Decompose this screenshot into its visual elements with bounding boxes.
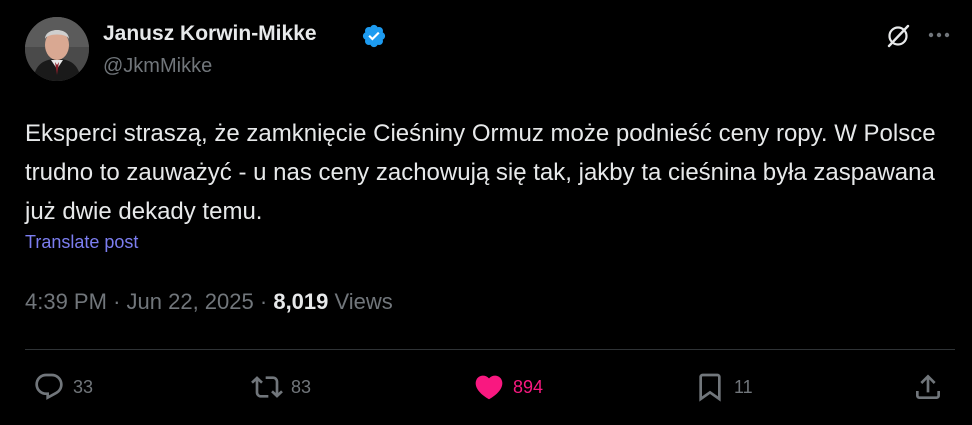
reply-count: 33 [73, 376, 94, 397]
reply-icon [35, 373, 63, 400]
verified-badge-icon [362, 24, 386, 48]
meta-separator: · [113, 289, 121, 314]
repost-count: 83 [291, 376, 312, 397]
repost-button[interactable]: 83 [251, 370, 311, 404]
reply-button[interactable]: 33 [33, 370, 93, 404]
meta-separator: · [259, 289, 268, 314]
avatar[interactable] [25, 17, 89, 81]
views-count: 8,019 [273, 289, 329, 314]
post-date[interactable]: Jun 22, 2025 [127, 289, 254, 314]
bookmark-button[interactable]: 11 [694, 370, 753, 404]
post-metadata: 4:39 PM · Jun 22, 2025 · 8,019 Views [25, 289, 393, 315]
display-name[interactable]: Janusz Korwin-Mikke [103, 22, 317, 46]
post-time[interactable]: 4:39 PM [25, 289, 107, 314]
bookmark-icon [699, 373, 721, 402]
share-button[interactable] [912, 370, 944, 404]
like-icon [475, 375, 503, 400]
views-label: Views [334, 289, 393, 314]
bookmark-count: 11 [734, 376, 753, 397]
translate-post-link[interactable]: Translate post [25, 232, 138, 253]
post-text: Eksperci straszą, że zamknięcie Cieśniny… [25, 120, 936, 225]
divider [25, 349, 955, 350]
share-icon [916, 374, 940, 399]
user-handle[interactable]: @JkmMikke [103, 55, 212, 78]
repost-icon [251, 376, 283, 398]
more-icon[interactable] [926, 28, 952, 42]
grok-icon[interactable] [884, 22, 912, 50]
like-count: 894 [513, 376, 544, 397]
like-button[interactable]: 894 [473, 370, 543, 404]
